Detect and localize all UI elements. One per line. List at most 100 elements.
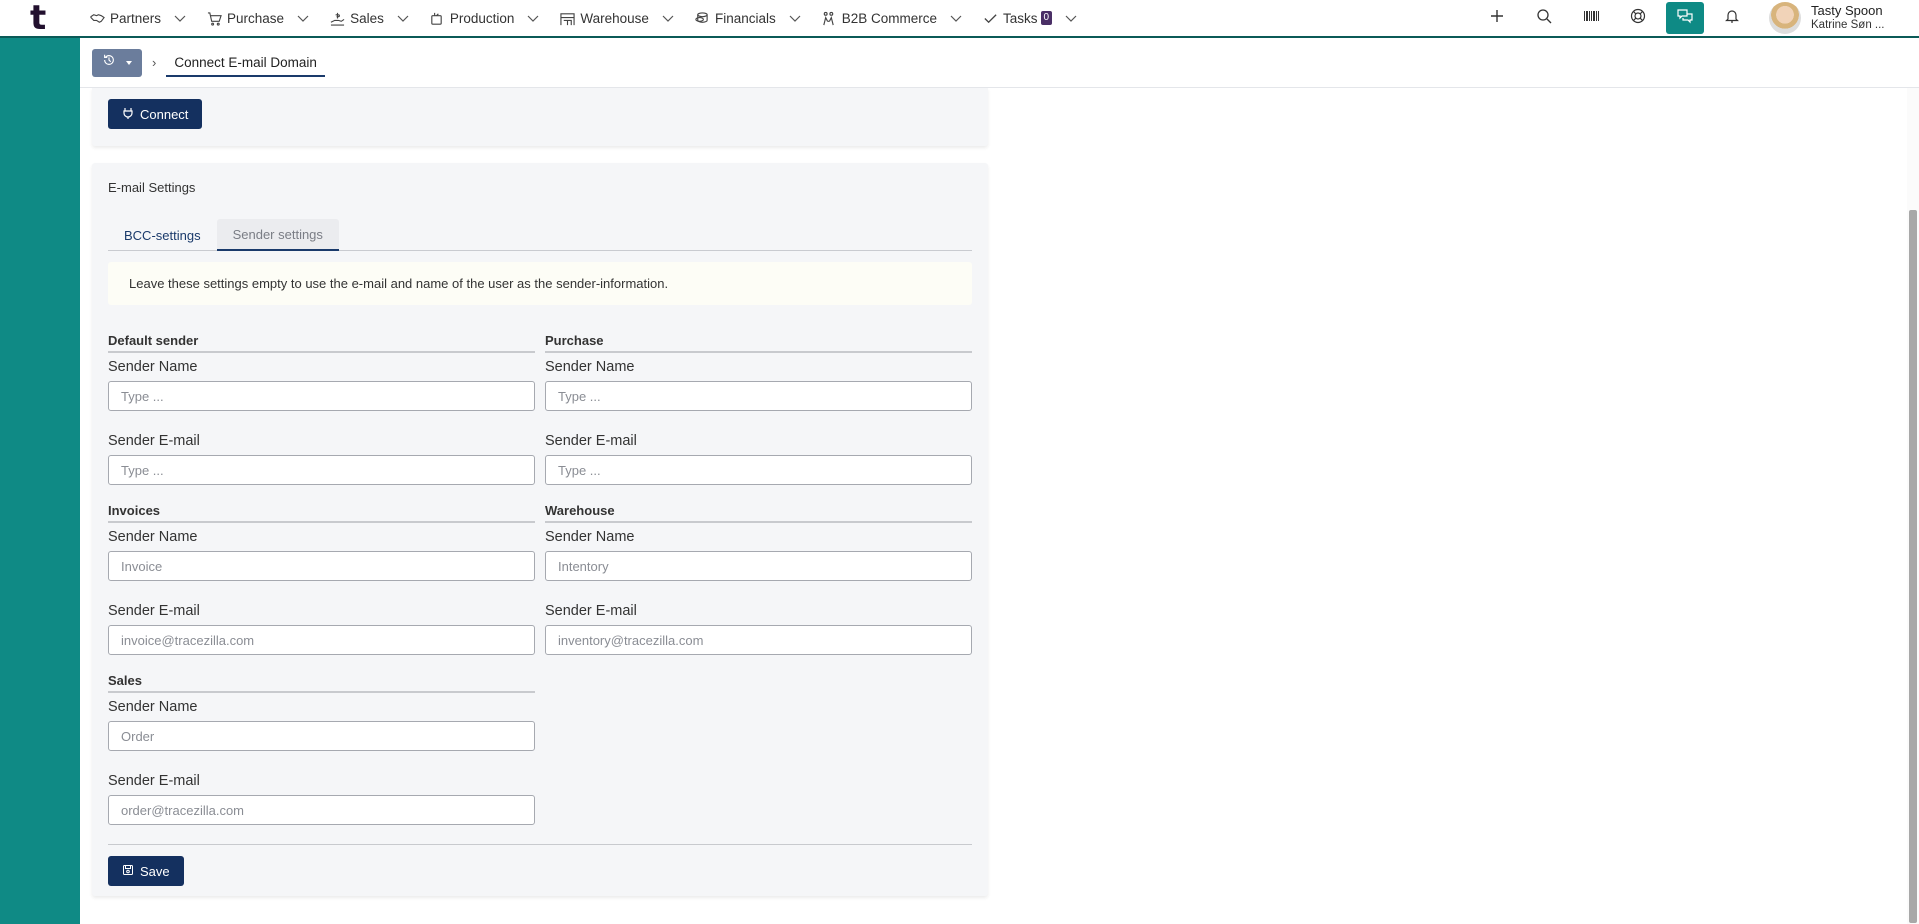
user-company-name: Tasty Spoon (1811, 3, 1883, 18)
tab-bcc-settings[interactable]: BCC-settings (108, 219, 217, 251)
info-notice: Leave these settings empty to use the e-… (108, 262, 972, 305)
chevron-down-icon[interactable] (1064, 11, 1078, 25)
add-button[interactable] (1478, 2, 1516, 34)
nav-label: Production (449, 10, 515, 26)
help-button[interactable] (1619, 2, 1657, 34)
chevron-down-icon[interactable] (296, 11, 310, 25)
history-icon (102, 53, 116, 72)
top-navigation-bar: t Partners Purchase Sales Production War… (0, 0, 1919, 38)
group-title: Sales (108, 673, 535, 693)
purchase-sender-name-input[interactable] (545, 381, 972, 411)
nav-item-production[interactable]: Production (420, 0, 551, 36)
connect-panel: Connect (92, 88, 988, 146)
sender-name-label: Sender Name (108, 359, 198, 375)
divider (108, 844, 972, 845)
settings-tabs: BCC-settings Sender settings (108, 219, 972, 251)
chat-button[interactable] (1666, 2, 1704, 34)
barcode-icon (1583, 8, 1599, 29)
sales-sender-email-input[interactable] (108, 795, 535, 825)
history-button[interactable] (92, 48, 142, 77)
group-title: Invoices (108, 503, 535, 523)
breadcrumb-current[interactable]: Connect E-mail Domain (166, 49, 325, 77)
sender-email-label: Sender E-mail (108, 603, 200, 619)
handshake-icon (88, 9, 106, 27)
warehouse-sender-email-input[interactable] (545, 625, 972, 655)
main-content: Connect E-mail Settings BCC-settings Sen… (80, 88, 1919, 924)
sender-email-label: Sender E-mail (545, 433, 637, 449)
scrollbar-thumb[interactable] (1909, 210, 1917, 923)
b2b-icon (820, 9, 838, 27)
sidebar (0, 38, 80, 924)
sender-name-label: Sender Name (545, 529, 635, 545)
chevron-right-icon: › (152, 55, 157, 70)
tab-sender-settings[interactable]: Sender settings (216, 219, 339, 251)
chevron-down-icon[interactable] (949, 11, 963, 25)
save-button[interactable]: Save (108, 856, 184, 886)
cart-icon (205, 9, 223, 27)
chevron-down-icon[interactable] (396, 11, 410, 25)
save-icon (122, 864, 140, 879)
caret-down-icon (126, 60, 132, 65)
header-tools: Tasty Spoon Katrine Søn ... (1469, 0, 1919, 36)
group-title: Purchase (545, 333, 972, 353)
sender-name-label: Sender Name (108, 699, 198, 715)
search-icon (1536, 8, 1552, 29)
notifications-button[interactable] (1713, 2, 1751, 34)
group-title: Warehouse (545, 503, 972, 523)
sender-email-label: Sender E-mail (545, 603, 637, 619)
breadcrumb: › Connect E-mail Domain (80, 38, 1919, 88)
lifebuoy-icon (1630, 8, 1646, 29)
coins-icon (693, 9, 711, 27)
user-person-name: Katrine Søn ... (1811, 19, 1885, 31)
plus-icon (1489, 8, 1505, 29)
bell-icon (1724, 8, 1740, 29)
nav-label: Tasks (1003, 10, 1038, 26)
user-menu[interactable]: Tasty Spoon Katrine Søn ... (1769, 2, 1919, 34)
group-title: Default sender (108, 333, 535, 353)
default-sender-group: Default sender Sender Name Sender E-mail (108, 333, 535, 485)
chevron-down-icon[interactable] (526, 11, 540, 25)
sender-email-label: Sender E-mail (108, 773, 200, 789)
save-label: Save (140, 863, 170, 879)
pot-icon (428, 9, 446, 27)
invoices-sender-name-input[interactable] (108, 551, 535, 581)
default-sender-name-input[interactable] (108, 381, 535, 411)
search-button[interactable] (1525, 2, 1563, 34)
app-logo[interactable]: t (0, 0, 80, 36)
tasks-count-badge: 0 (1040, 11, 1053, 25)
barcode-button[interactable] (1572, 2, 1610, 34)
invoices-sender-email-input[interactable] (108, 625, 535, 655)
connect-label: Connect (140, 106, 189, 122)
nav-item-partners[interactable]: Partners (80, 0, 197, 36)
chat-icon (1677, 8, 1693, 29)
main-nav: Partners Purchase Sales Production Wareh… (80, 0, 1088, 36)
nav-item-financials[interactable]: Financials (685, 0, 812, 36)
sender-email-label: Sender E-mail (108, 433, 200, 449)
nav-item-b2b-commerce[interactable]: B2B Commerce (812, 0, 973, 36)
hand-coin-icon (328, 9, 346, 27)
default-sender-email-input[interactable] (108, 455, 535, 485)
email-settings-panel: E-mail Settings BCC-settings Sender sett… (92, 163, 988, 896)
nav-item-tasks[interactable]: Tasks 0 (973, 0, 1088, 36)
warehouse-sender-group: Warehouse Sender Name Sender E-mail (545, 503, 972, 655)
warehouse-sender-name-input[interactable] (545, 551, 972, 581)
purchase-sender-group: Purchase Sender Name Sender E-mail (545, 333, 972, 485)
chevron-down-icon[interactable] (788, 11, 802, 25)
sales-sender-name-input[interactable] (108, 721, 535, 751)
nav-item-sales[interactable]: Sales (320, 0, 420, 36)
nav-label: Partners (110, 10, 162, 26)
avatar (1769, 2, 1801, 34)
invoices-sender-group: Invoices Sender Name Sender E-mail (108, 503, 535, 655)
sales-sender-group: Sales Sender Name Sender E-mail (108, 673, 535, 825)
chevron-down-icon[interactable] (661, 11, 675, 25)
nav-label: Sales (350, 10, 384, 26)
check-icon (981, 9, 999, 27)
nav-item-purchase[interactable]: Purchase (197, 0, 320, 36)
connect-button[interactable]: Connect (108, 99, 203, 129)
nav-label: Purchase (227, 10, 285, 26)
chevron-down-icon[interactable] (173, 11, 187, 25)
sender-name-label: Sender Name (108, 529, 198, 545)
nav-item-warehouse[interactable]: Warehouse (550, 0, 685, 36)
purchase-sender-email-input[interactable] (545, 455, 972, 485)
warehouse-icon (558, 9, 576, 27)
